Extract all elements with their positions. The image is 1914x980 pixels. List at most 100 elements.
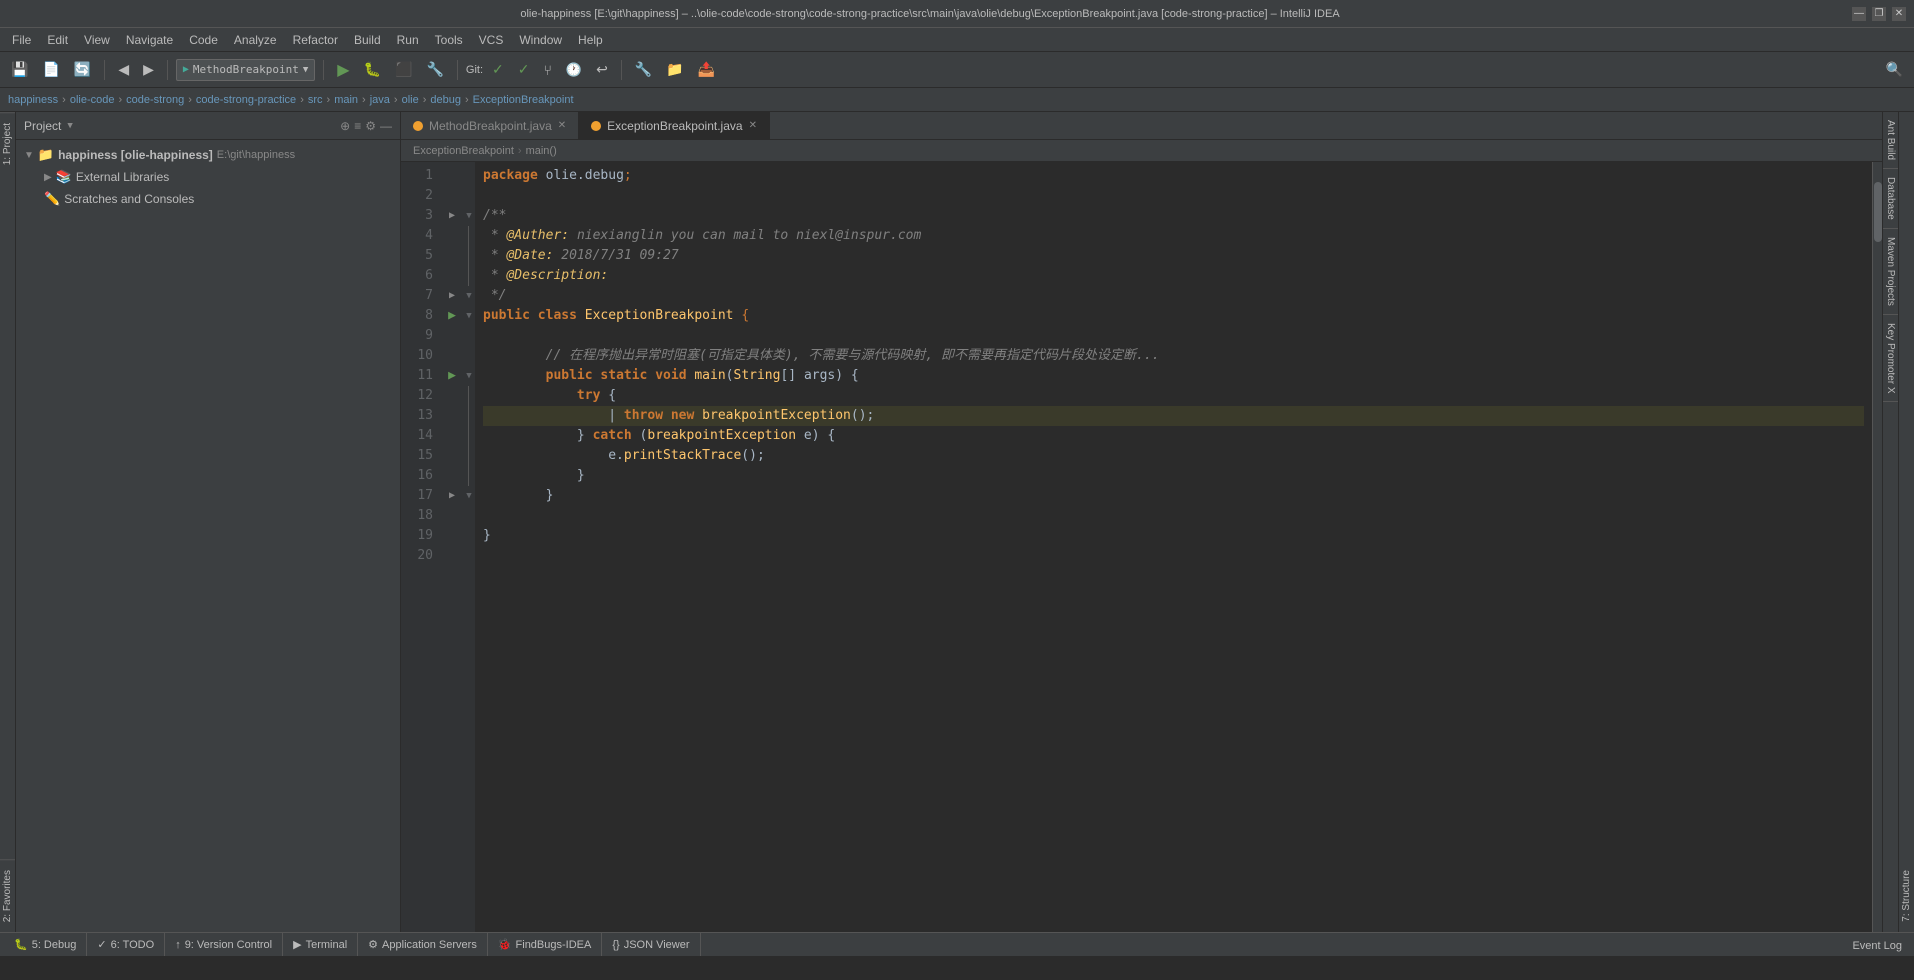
run-button[interactable]: ▶ [332, 57, 354, 83]
breadcrumb-code-strong[interactable]: code-strong [126, 94, 184, 106]
code-breadcrumb-class[interactable]: ExceptionBreakpoint [413, 145, 514, 157]
structure-sidebar[interactable]: 7: Structure [1898, 112, 1914, 932]
menu-build[interactable]: Build [346, 31, 389, 49]
tree-expand-root[interactable]: ▼ [24, 150, 34, 161]
tab-exception-breakpoint[interactable]: ExceptionBreakpoint.java ✕ [579, 112, 770, 139]
project-expand-button[interactable]: ≡ [354, 119, 361, 133]
code-line-16: } [483, 466, 1864, 486]
menu-code[interactable]: Code [181, 31, 226, 49]
menu-bar: File Edit View Navigate Code Analyze Ref… [0, 28, 1914, 52]
new-file-button[interactable]: 📄 [37, 58, 64, 81]
tree-root-label: happiness [olie-happiness] [58, 148, 213, 162]
event-log-button[interactable]: Event Log [1844, 938, 1910, 954]
menu-vcs[interactable]: VCS [471, 31, 512, 49]
code-content[interactable]: package olie.debug; /** * @Auther: niexi… [475, 162, 1872, 932]
tree-item-scratches[interactable]: ✏️ Scratches and Consoles [16, 188, 400, 210]
refresh-button[interactable]: 🔄 [69, 58, 96, 81]
minimize-button[interactable]: — [1852, 7, 1866, 21]
code-line-10: // 在程序抛出异常时阻塞(可指定具体类), 不需要与源代码映射, 即不需要再指… [483, 346, 1864, 366]
code-line-13: | throw new breakpointException(); [483, 406, 1864, 426]
code-editor[interactable]: 123456 789101112 131415161718 1920 ▶ ▶ ▶… [401, 162, 1882, 932]
settings-button[interactable]: 🔧 [630, 58, 657, 81]
tab-icon-exception [591, 121, 601, 131]
line-numbers: 123456 789101112 131415161718 1920 [401, 162, 441, 932]
menu-run[interactable]: Run [389, 31, 427, 49]
project-dropdown-icon[interactable]: ▼ [67, 121, 72, 131]
deployment-button[interactable]: 📤 [693, 58, 720, 81]
bottom-tab-todo[interactable]: ✓ 6: TODO [87, 933, 165, 956]
breadcrumb-olie-code[interactable]: olie-code [70, 94, 115, 106]
run-config-dropdown[interactable]: ▶ MethodBreakpoint ▼ [176, 59, 315, 81]
menu-file[interactable]: File [4, 31, 39, 49]
tree-item-root[interactable]: ▼ 📁 happiness [olie-happiness] E:\git\ha… [16, 144, 400, 166]
project-close-button[interactable]: — [380, 119, 392, 133]
version-control-label: 9: Version Control [185, 939, 272, 951]
sidebar-tab-structure[interactable]: 7: Structure [1899, 860, 1914, 932]
git-branch-button[interactable]: ⑂ [539, 59, 557, 81]
close-button[interactable]: ✕ [1892, 7, 1906, 21]
breadcrumb-code-strong-practice[interactable]: code-strong-practice [196, 94, 296, 106]
tree-extlibs-icon: 📚 [56, 169, 72, 185]
git-history-button[interactable]: 🕐 [561, 59, 587, 81]
main-layout: 1: Project 2: Favorites Project ▼ ⊕ ≡ ⚙ … [0, 112, 1914, 932]
breadcrumb-debug[interactable]: debug [430, 94, 461, 106]
menu-tools[interactable]: Tools [427, 31, 471, 49]
code-line-1: package olie.debug; [483, 166, 1864, 186]
bottom-tab-json-viewer[interactable]: {} JSON Viewer [602, 933, 700, 956]
back-button[interactable]: ◀ [113, 58, 134, 81]
tab-close-method[interactable]: ✕ [558, 120, 566, 131]
toolbar: 💾 📄 🔄 ◀ ▶ ▶ MethodBreakpoint ▼ ▶ 🐛 ⬛ 🔧 G… [0, 52, 1914, 88]
vertical-scrollbar[interactable] [1872, 162, 1882, 932]
code-line-8: public class ExceptionBreakpoint { [483, 306, 1864, 326]
git-revert-button[interactable]: ↩ [591, 58, 613, 81]
code-line-6: * @Description: [483, 266, 1864, 286]
sidebar-tab-favorites[interactable]: 2: Favorites [0, 859, 15, 932]
search-everywhere-button[interactable]: 🔍 [1881, 58, 1908, 81]
bottom-tab-findbugs[interactable]: 🐞 FindBugs-IDEA [488, 933, 603, 956]
tab-method-breakpoint[interactable]: MethodBreakpoint.java ✕ [401, 112, 579, 139]
tree-scratches-label: Scratches and Consoles [64, 192, 194, 206]
stop-button[interactable]: ⬛ [390, 58, 417, 81]
debug-button[interactable]: 🐛 [359, 58, 386, 81]
bottom-tab-terminal[interactable]: ▶ Terminal [283, 933, 358, 956]
right-panel-maven[interactable]: Maven Projects [1883, 229, 1898, 315]
breadcrumb-src[interactable]: src [308, 94, 323, 106]
sidebar-tab-project[interactable]: 1: Project [0, 112, 15, 175]
menu-analyze[interactable]: Analyze [226, 31, 285, 49]
breadcrumb-happiness[interactable]: happiness [8, 94, 58, 106]
menu-window[interactable]: Window [511, 31, 570, 49]
forward-button[interactable]: ▶ [138, 58, 159, 81]
tree-expand-ext[interactable]: ▶ [44, 172, 52, 183]
attach-button[interactable]: 🔧 [421, 58, 448, 81]
bottom-tab-app-servers[interactable]: ⚙ Application Servers [358, 933, 488, 956]
toolbar-right: 🔍 [1881, 58, 1908, 81]
project-locate-button[interactable]: ⊕ [340, 119, 350, 133]
menu-refactor[interactable]: Refactor [285, 31, 346, 49]
right-panel-database[interactable]: Database [1883, 169, 1898, 229]
scrollbar-thumb[interactable] [1874, 182, 1882, 242]
maximize-button[interactable]: ❐ [1872, 7, 1886, 21]
project-structure-button[interactable]: 📁 [661, 58, 688, 81]
right-panel-ant[interactable]: Ant Build [1883, 112, 1898, 169]
breadcrumb-main[interactable]: main [334, 94, 358, 106]
tab-close-exception[interactable]: ✕ [749, 120, 757, 131]
git-check-button[interactable]: ✓ [487, 58, 509, 81]
breadcrumb-olie[interactable]: olie [402, 94, 419, 106]
project-settings-button[interactable]: ⚙ [365, 119, 376, 133]
menu-view[interactable]: View [76, 31, 118, 49]
git-push-button[interactable]: ✓ [513, 58, 535, 81]
bottom-tab-version-control[interactable]: ↑ 9: Version Control [165, 933, 283, 956]
breadcrumb-exception-breakpoint[interactable]: ExceptionBreakpoint [473, 94, 574, 106]
findbugs-icon: 🐞 [498, 938, 512, 951]
breadcrumb-java[interactable]: java [370, 94, 390, 106]
todo-label: 6: TODO [111, 939, 155, 951]
tree-item-external-libs[interactable]: ▶ 📚 External Libraries [16, 166, 400, 188]
save-button[interactable]: 💾 [6, 58, 33, 81]
menu-edit[interactable]: Edit [39, 31, 76, 49]
bottom-tab-debug[interactable]: 🐛 5: Debug [4, 933, 87, 956]
code-breadcrumb-method[interactable]: main() [526, 145, 557, 157]
right-panel-key-promoter[interactable]: Key Promoter X [1883, 315, 1898, 403]
tab-label-exception: ExceptionBreakpoint.java [607, 119, 742, 133]
menu-help[interactable]: Help [570, 31, 611, 49]
menu-navigate[interactable]: Navigate [118, 31, 181, 49]
